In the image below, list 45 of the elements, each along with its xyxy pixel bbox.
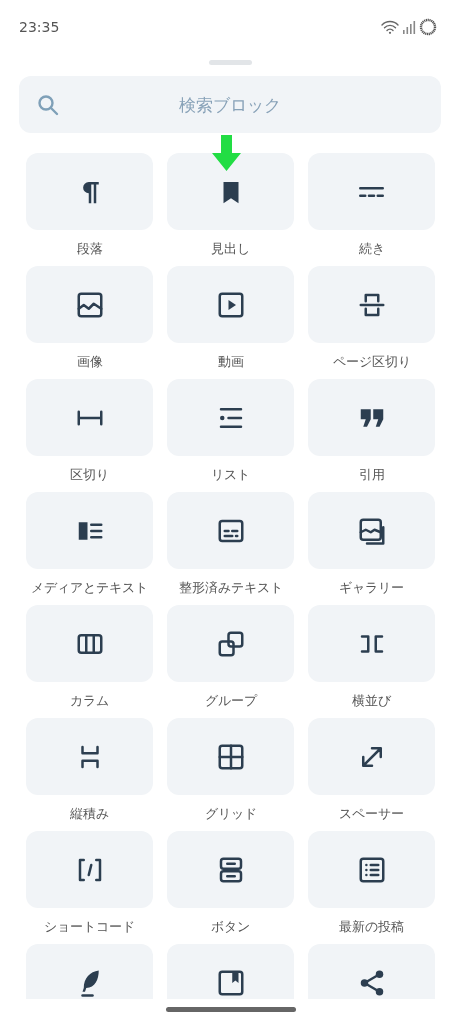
block-card[interactable] — [26, 605, 153, 682]
block-label: 縦積み — [70, 805, 109, 823]
block-card[interactable] — [167, 605, 294, 682]
block-label: 引用 — [358, 466, 385, 484]
block-card[interactable] — [167, 153, 294, 230]
block-label: ショートコード — [44, 918, 135, 936]
block-label: 見出し — [211, 240, 250, 258]
battery-ring-icon — [419, 18, 437, 36]
block-card[interactable] — [308, 379, 435, 456]
block-card[interactable] — [26, 266, 153, 343]
block-label: 動画 — [217, 353, 244, 371]
block-card[interactable] — [308, 492, 435, 569]
block-card[interactable] — [26, 492, 153, 569]
block-label: 段落 — [76, 240, 103, 258]
block-label: 最新の投稿 — [339, 918, 404, 936]
block-card[interactable] — [308, 944, 435, 999]
block-label: 画像 — [76, 353, 103, 371]
block-label: ギャラリー — [339, 579, 404, 597]
search-field[interactable]: 検索ブロック — [19, 76, 441, 133]
wifi-icon — [381, 20, 399, 34]
block-label: ページ区切り — [332, 353, 411, 371]
block-card[interactable] — [167, 831, 294, 908]
block-label: メディアとテキスト — [31, 579, 148, 597]
block-label: 整形済みテキスト — [178, 579, 283, 597]
block-card[interactable] — [167, 944, 294, 999]
signal-icon — [402, 20, 416, 34]
block-label: ボタン — [211, 918, 250, 936]
block-card[interactable] — [167, 492, 294, 569]
status-time: 23:35 — [19, 19, 60, 35]
drag-handle[interactable] — [209, 60, 252, 65]
block-label: 横並び — [352, 692, 391, 710]
block-label: カラム — [70, 692, 109, 710]
block-label: 区切り — [70, 466, 109, 484]
dashed-lines-icon — [359, 186, 384, 197]
search-icon — [37, 94, 59, 116]
block-label: グリッド — [204, 805, 257, 823]
block-label: スペーサー — [339, 805, 404, 823]
block-card[interactable] — [167, 266, 294, 343]
block-label: 続き — [358, 240, 385, 258]
block-card[interactable] — [308, 831, 435, 908]
block-label: グループ — [204, 692, 257, 710]
arrow-icon — [211, 134, 243, 172]
block-label: リスト — [211, 466, 250, 484]
block-card[interactable] — [167, 718, 294, 795]
block-card[interactable] — [26, 944, 153, 999]
